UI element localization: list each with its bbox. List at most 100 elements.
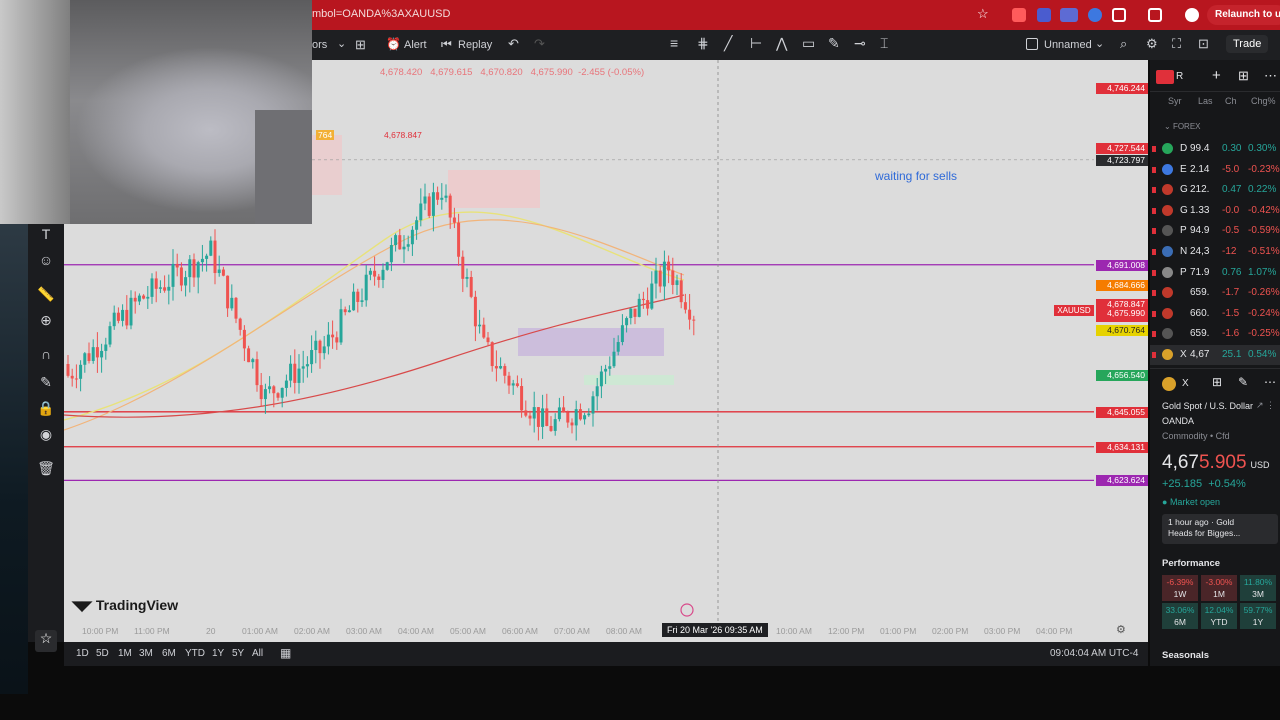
news-card[interactable]: 1 hour ago · Gold Heads for Bigges... bbox=[1162, 514, 1278, 544]
candle-body bbox=[335, 337, 339, 343]
last-price: 24,3 bbox=[1190, 246, 1210, 257]
candle-body bbox=[650, 283, 654, 309]
broker-name[interactable]: OANDA bbox=[1162, 416, 1194, 426]
trade-button[interactable]: Trade bbox=[1226, 35, 1269, 53]
clock-display[interactable]: 09:04:04 AM UTC-4 bbox=[1050, 648, 1138, 659]
sidebar-toggle-icon[interactable] bbox=[1148, 8, 1162, 22]
symbol-full-name[interactable]: Gold Spot / U.S. Dollar bbox=[1162, 401, 1253, 411]
fullscreen-icon[interactable]: ⛶ bbox=[1172, 36, 1181, 52]
watchlist-row[interactable]: 659. -1.6 -0.25% bbox=[1150, 324, 1280, 344]
text-tool-icon[interactable]: ⌶ bbox=[880, 35, 888, 52]
ruler-icon[interactable]: 📏 bbox=[37, 286, 55, 304]
gear-icon[interactable]: ⚙ bbox=[1146, 36, 1158, 52]
candle-body bbox=[465, 276, 469, 279]
timeframe-5y[interactable]: 5Y bbox=[232, 648, 244, 659]
eye-icon[interactable]: ◉ bbox=[37, 426, 55, 444]
alert-button[interactable]: Alert bbox=[404, 39, 427, 51]
performance-cell[interactable]: 11.80% 3M bbox=[1240, 575, 1276, 601]
profile-avatar[interactable] bbox=[1185, 8, 1199, 22]
column-symbol[interactable]: Syr bbox=[1168, 96, 1182, 106]
watchlist-row[interactable]: G 1.33 -0.0 -0.42% bbox=[1150, 201, 1280, 221]
timeframe-ytd[interactable]: YTD bbox=[185, 648, 205, 659]
brush-icon[interactable]: ✎ bbox=[828, 35, 840, 52]
edit-icon[interactable]: ✎ bbox=[1238, 375, 1248, 389]
chevron-down-icon[interactable]: ⌄ bbox=[1095, 37, 1104, 50]
layout-name-button[interactable]: Unnamed bbox=[1044, 39, 1092, 51]
trend-line-icon[interactable]: ╱ bbox=[724, 35, 732, 52]
column-last[interactable]: Las bbox=[1198, 96, 1213, 106]
watchlist-row[interactable]: G 212. 0.47 0.22% bbox=[1150, 180, 1280, 200]
performance-cell[interactable]: 33.06% 6M bbox=[1162, 603, 1198, 629]
watchlist-row[interactable]: X 4,67 25.1 0.54% bbox=[1150, 345, 1280, 365]
undo-icon[interactable]: ↶ bbox=[508, 36, 519, 52]
column-change[interactable]: Ch bbox=[1225, 96, 1237, 106]
magnet-icon[interactable]: ∩ bbox=[37, 346, 55, 364]
performance-cell[interactable]: 12.04% YTD bbox=[1201, 603, 1237, 629]
timeframe-3m[interactable]: 3M bbox=[139, 648, 153, 659]
emoji-icon[interactable]: ☺ bbox=[37, 252, 55, 270]
watchlist-row[interactable]: P 94.9 -0.5 -0.59% bbox=[1150, 221, 1280, 241]
performance-title[interactable]: Performance bbox=[1162, 558, 1220, 569]
horizontal-line-icon[interactable]: ⊸ bbox=[854, 35, 866, 52]
candle-body bbox=[179, 267, 183, 286]
column-change-pct[interactable]: Chg% bbox=[1251, 96, 1276, 106]
watchlist-row[interactable]: N 24,3 -12 -0.51% bbox=[1150, 242, 1280, 262]
camera-icon[interactable]: ⊡ bbox=[1198, 36, 1209, 52]
zoom-icon[interactable]: ⊕ bbox=[37, 312, 55, 330]
layout-checkbox[interactable] bbox=[1026, 38, 1038, 50]
timeframe-all[interactable]: All bbox=[252, 648, 263, 659]
indicators-button[interactable]: ors bbox=[312, 39, 327, 51]
pattern-icon[interactable]: ⋀ bbox=[776, 35, 787, 52]
seasonals-title[interactable]: Seasonals bbox=[1162, 650, 1209, 661]
performance-cell[interactable]: -6.39% 1W bbox=[1162, 575, 1198, 601]
price-axis-label: 4,727.544 bbox=[1096, 142, 1148, 154]
lock-icon[interactable]: 🔒 bbox=[37, 400, 55, 418]
search-icon[interactable]: ⌕ bbox=[1120, 36, 1127, 52]
layout-icon[interactable]: ⊞ bbox=[1238, 68, 1249, 84]
candle-body bbox=[347, 310, 351, 313]
timeframe-1d[interactable]: 1D bbox=[76, 648, 89, 659]
drawing-tool-icon[interactable]: ≡ bbox=[670, 35, 678, 51]
replay-button[interactable]: Replay bbox=[458, 39, 492, 51]
rectangle-icon[interactable]: ▭ bbox=[802, 35, 815, 52]
extension-icon[interactable] bbox=[1037, 8, 1051, 22]
extension-icon[interactable] bbox=[1060, 8, 1078, 22]
timeframe-1m[interactable]: 1M bbox=[118, 648, 132, 659]
calendar-icon[interactable]: ▦ bbox=[280, 646, 291, 660]
section-forex[interactable]: ⌄ FOREX bbox=[1164, 122, 1201, 131]
add-symbol-icon[interactable]: + bbox=[1212, 67, 1221, 84]
timeframe-5d[interactable]: 5D bbox=[96, 648, 109, 659]
draw-mode-icon[interactable]: ✎ bbox=[37, 374, 55, 392]
gear-icon[interactable]: ⚙ bbox=[1116, 623, 1126, 636]
watchlist-row[interactable]: 659. -1.7 -0.26% bbox=[1150, 283, 1280, 303]
watchlist-row[interactable]: P 71.9 0.76 1.07% bbox=[1150, 263, 1280, 283]
horizontal-ray-icon[interactable]: ⊢ bbox=[750, 35, 762, 52]
extensions-puzzle-icon[interactable] bbox=[1112, 8, 1126, 22]
watchlist-title[interactable]: R bbox=[1176, 71, 1183, 82]
performance-cell[interactable]: 59.77% 1Y bbox=[1240, 603, 1276, 629]
chart-annotation[interactable]: waiting for sells bbox=[875, 169, 957, 183]
favorites-star-icon[interactable]: ☆ bbox=[35, 630, 57, 652]
trash-icon[interactable]: 🗑 bbox=[37, 460, 55, 478]
watchlist-row[interactable]: 660. -1.5 -0.24% bbox=[1150, 304, 1280, 324]
templates-grid-icon[interactable]: ⊞ bbox=[355, 37, 366, 53]
timeframe-6m[interactable]: 6M bbox=[162, 648, 176, 659]
redo-icon[interactable]: ↷ bbox=[534, 36, 545, 52]
relaunch-button[interactable]: Relaunch to upd bbox=[1207, 5, 1280, 25]
extension-icon[interactable] bbox=[1088, 8, 1102, 22]
text-tool-icon[interactable]: T bbox=[37, 226, 55, 244]
bookmark-star-icon[interactable]: ☆ bbox=[977, 6, 991, 21]
more-icon[interactable]: ⋯ bbox=[1264, 375, 1276, 389]
performance-cell[interactable]: -3.00% 1M bbox=[1201, 575, 1237, 601]
candle-body bbox=[436, 192, 440, 200]
more-icon[interactable]: ⋯ bbox=[1264, 68, 1277, 84]
grid-icon[interactable]: ⊞ bbox=[1212, 375, 1222, 389]
drawing-tool-icon[interactable]: ⋕ bbox=[697, 35, 709, 52]
extension-icon[interactable] bbox=[1012, 8, 1026, 22]
watchlist-row[interactable]: D 99.4 0.30 0.30% bbox=[1150, 139, 1280, 159]
watchlist-row[interactable]: E 2.14 -5.0 -0.23% bbox=[1150, 160, 1280, 180]
address-bar[interactable]: mbol=OANDA%3AXAUUSD bbox=[312, 8, 450, 20]
chevron-down-icon[interactable]: ⌄ bbox=[337, 37, 346, 50]
external-link-icon[interactable]: ↗ ⋮ bbox=[1256, 400, 1275, 411]
timeframe-1y[interactable]: 1Y bbox=[212, 648, 224, 659]
